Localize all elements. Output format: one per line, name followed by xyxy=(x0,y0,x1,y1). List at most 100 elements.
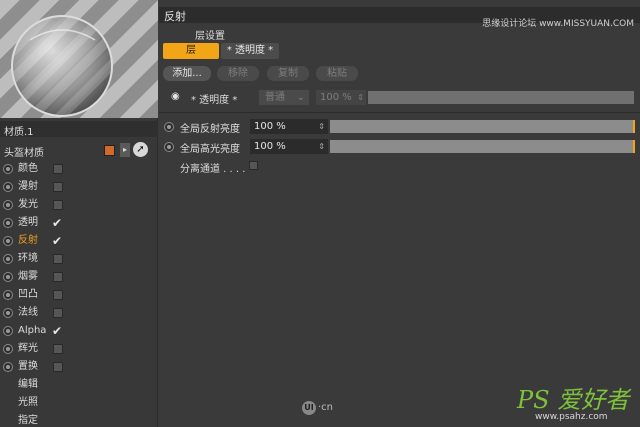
radio-icon[interactable] xyxy=(3,272,13,282)
channel-item-glow[interactable]: 辉光 xyxy=(0,340,158,358)
layer-transparency-row: ◉ * 透明度 * 普通 ⌄ 100 % ⇕ xyxy=(171,90,636,106)
layer-opacity-slider[interactable] xyxy=(368,91,634,104)
stepper-icon[interactable]: ⇕ xyxy=(318,119,325,134)
blend-mode-select[interactable]: 普通 ⌄ xyxy=(259,90,309,105)
separate-pass-label: 分离通道 . . . . xyxy=(180,164,246,175)
channel-label: 烟雾 xyxy=(18,271,38,282)
channel-checkbox[interactable] xyxy=(53,182,63,192)
stepper-icon[interactable]: ⇕ xyxy=(318,139,325,154)
ui-logo-mark: UI xyxy=(302,401,316,415)
channel-item-transparency[interactable]: 透明 ✔ xyxy=(0,214,158,232)
tab-transparency[interactable]: * 透明度 * xyxy=(221,43,279,59)
tab-layer[interactable]: 层 xyxy=(163,43,219,59)
channel-label: 颜色 xyxy=(18,163,38,174)
checkmark-icon[interactable]: ✔ xyxy=(52,322,62,340)
separate-pass-row: 分离通道 . . . . xyxy=(180,160,258,175)
global-reflection-slider[interactable] xyxy=(330,120,635,133)
stepper-icon[interactable]: ⇕ xyxy=(357,90,364,105)
radio-icon[interactable] xyxy=(164,142,174,152)
material-color-swatch[interactable] xyxy=(104,145,115,156)
global-reflection-value: 100 % xyxy=(254,121,286,132)
radio-icon[interactable] xyxy=(3,236,13,246)
radio-icon[interactable] xyxy=(3,344,13,354)
channel-label: 反射 xyxy=(18,235,38,246)
channel-label: Alpha xyxy=(18,325,47,336)
radio-icon[interactable] xyxy=(3,326,13,336)
add-button[interactable]: 添加... xyxy=(163,66,211,81)
channel-item-fog[interactable]: 烟雾 xyxy=(0,268,158,286)
radio-icon[interactable] xyxy=(3,362,13,372)
channel-item-reflectance[interactable]: 反射 ✔ xyxy=(0,232,158,250)
radio-icon[interactable] xyxy=(3,200,13,210)
material-name[interactable]: 材质.1 xyxy=(0,121,158,138)
radio-icon[interactable] xyxy=(3,218,13,228)
sidebar-item-editor[interactable]: 编辑 xyxy=(0,376,158,394)
material-sidebar: 材质.1 头盔材质 ▸ ➚ 颜色 漫射 发光 透明 ✔ 反射 ✔ 环境 烟雾 凹… xyxy=(0,0,158,427)
radio-icon[interactable] xyxy=(164,122,174,132)
channel-item-diffusion[interactable]: 漫射 xyxy=(0,178,158,196)
remove-button[interactable]: 移除 xyxy=(217,66,259,81)
channel-label: 法线 xyxy=(18,307,38,318)
ui-logo: UI ·cn xyxy=(302,401,333,415)
channel-label: 环境 xyxy=(18,253,38,264)
reflectance-panel: 反射 思缘设计论坛 www.MISSYUAN.COM 层设置 层 * 透明度 *… xyxy=(159,0,640,427)
global-reflection-input[interactable]: 100 % ⇕ xyxy=(250,119,328,134)
radio-icon[interactable] xyxy=(3,164,13,174)
blend-mode-value: 普通 xyxy=(265,92,285,103)
channel-label: 凹凸 xyxy=(18,289,38,300)
sidebar-item-illumination[interactable]: 光照 xyxy=(0,394,158,412)
checkmark-icon[interactable]: ✔ xyxy=(52,214,62,232)
eye-icon[interactable]: ◉ xyxy=(171,91,185,103)
site-url: www.psahz.com xyxy=(535,412,608,422)
sidebar-item-assign[interactable]: 指定 xyxy=(0,412,158,427)
channel-item-displacement[interactable]: 置换 xyxy=(0,358,158,376)
paste-button[interactable]: 粘贴 xyxy=(316,66,358,81)
checkmark-icon[interactable]: ✔ xyxy=(52,232,62,250)
global-specular-value: 100 % xyxy=(254,141,286,152)
copy-button[interactable]: 复制 xyxy=(267,66,309,81)
channel-checkbox[interactable] xyxy=(53,200,63,210)
layer-opacity-input[interactable]: 100 % ⇕ xyxy=(316,90,366,105)
channel-label: 置换 xyxy=(18,361,38,372)
chevron-down-icon: ⌄ xyxy=(296,92,305,103)
radio-icon[interactable] xyxy=(3,308,13,318)
material-preview[interactable] xyxy=(0,0,158,118)
channel-item-bump[interactable]: 凹凸 xyxy=(0,286,158,304)
divider xyxy=(159,112,640,113)
radio-icon[interactable] xyxy=(3,182,13,192)
channel-checkbox[interactable] xyxy=(53,362,63,372)
channel-item-color[interactable]: 颜色 xyxy=(0,160,158,178)
channel-label: 发光 xyxy=(18,199,38,210)
global-specular-label: 全局高光亮度 xyxy=(180,144,240,155)
radio-icon[interactable] xyxy=(3,254,13,264)
expand-arrow-icon[interactable]: ▸ xyxy=(120,143,130,157)
global-specular-slider[interactable] xyxy=(330,140,635,153)
channel-item-luminance[interactable]: 发光 xyxy=(0,196,158,214)
pointer-icon[interactable]: ➚ xyxy=(133,142,148,157)
layer-opacity-value: 100 % xyxy=(320,92,352,103)
watermark-text: 思缘设计论坛 www.MISSYUAN.COM xyxy=(482,19,634,29)
channel-item-normal[interactable]: 法线 xyxy=(0,304,158,322)
global-specular-input[interactable]: 100 % ⇕ xyxy=(250,139,328,154)
channel-checkbox[interactable] xyxy=(53,344,63,354)
section-title: 反射 xyxy=(164,10,186,23)
preview-sphere xyxy=(11,15,113,117)
channel-checkbox[interactable] xyxy=(53,254,63,264)
material-type-label: 头盔材质 xyxy=(4,148,44,159)
channel-checkbox[interactable] xyxy=(53,272,63,282)
channel-label: 辉光 xyxy=(18,343,38,354)
channel-checkbox[interactable] xyxy=(53,308,63,318)
channel-item-alpha[interactable]: Alpha ✔ xyxy=(0,322,158,340)
separate-pass-checkbox[interactable] xyxy=(249,161,258,170)
channel-checkbox[interactable] xyxy=(53,290,63,300)
channel-list: 颜色 漫射 发光 透明 ✔ 反射 ✔ 环境 烟雾 凹凸 法线 Alpha ✔ 辉… xyxy=(0,160,158,427)
channel-checkbox[interactable] xyxy=(53,164,63,174)
section-header: 反射 思缘设计论坛 www.MISSYUAN.COM xyxy=(159,7,640,29)
layer-settings-label: 层设置 xyxy=(195,31,225,42)
global-reflection-label: 全局反射亮度 xyxy=(180,124,240,135)
radio-icon[interactable] xyxy=(3,290,13,300)
global-specular-row: 全局高光亮度 100 % ⇕ xyxy=(164,139,636,155)
global-reflection-row: 全局反射亮度 100 % ⇕ xyxy=(164,119,636,135)
channel-label: 漫射 xyxy=(18,181,38,192)
channel-item-environment[interactable]: 环境 xyxy=(0,250,158,268)
